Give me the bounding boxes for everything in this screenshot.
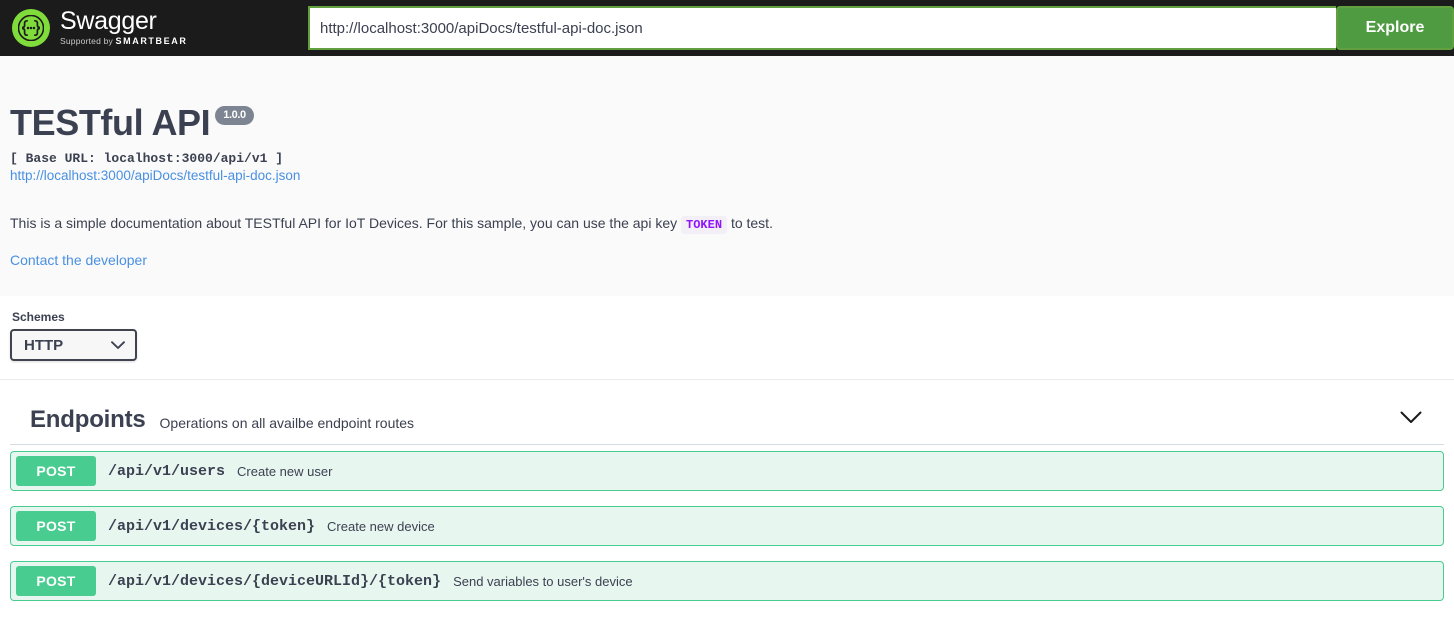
operation-summary: Create new device — [327, 518, 435, 534]
endpoints-section-header[interactable]: Endpoints Operations on all availbe endp… — [10, 392, 1444, 445]
smartbear-brand: SMARTBEAR — [115, 35, 188, 46]
api-description-before: This is a simple documentation about TES… — [10, 215, 678, 231]
spec-url-form: Explore — [308, 6, 1454, 50]
endpoints-block: Endpoints Operations on all availbe endp… — [0, 380, 1454, 601]
api-title-text: TESTful API — [10, 102, 211, 143]
contact-developer-link[interactable]: Contact the developer — [10, 252, 147, 268]
operation-path: /api/v1/devices/{token} — [108, 517, 316, 535]
schemes-label: Schemes — [12, 310, 65, 324]
swagger-logo-subtitle: Supported by SMARTBEAR — [60, 35, 188, 46]
page-title: TESTful API 1.0.0 — [10, 56, 1444, 144]
swagger-braces-icon — [12, 9, 50, 47]
api-info-section: TESTful API 1.0.0 [ Base URL: localhost:… — [0, 56, 1454, 296]
swagger-wordmark: Swagger Supported by SMARTBEAR — [60, 6, 188, 48]
operation-path: /api/v1/devices/{deviceURLId}/{token} — [108, 572, 442, 590]
operation-row[interactable]: POST /api/v1/users Create new user — [10, 451, 1444, 491]
supported-by-label: Supported by — [60, 35, 113, 46]
chevron-down-icon — [111, 337, 125, 354]
operation-summary: Create new user — [237, 463, 333, 479]
http-method-badge: POST — [16, 566, 96, 596]
spec-url-input[interactable] — [308, 6, 1336, 50]
base-url-label: [ Base URL: localhost:3000/api/v1 ] — [10, 151, 284, 166]
topbar: Swagger Supported by SMARTBEAR Explore — [0, 0, 1454, 56]
endpoints-title: Endpoints — [30, 406, 146, 433]
spec-doc-link[interactable]: http://localhost:3000/apiDocs/testful-ap… — [10, 168, 300, 183]
schemes-selected-value: HTTP — [24, 336, 64, 354]
endpoints-collapse-toggle[interactable] — [1400, 411, 1434, 429]
schemes-section: Schemes HTTP — [0, 296, 1454, 380]
explore-button[interactable]: Explore — [1336, 6, 1454, 50]
api-description-after: to test. — [730, 215, 773, 231]
swagger-logo[interactable]: Swagger Supported by SMARTBEAR — [12, 6, 188, 48]
api-version-badge: 1.0.0 — [215, 106, 254, 126]
operation-row[interactable]: POST /api/v1/devices/{deviceURLId}/{toke… — [10, 561, 1444, 601]
schemes-select[interactable]: HTTP — [10, 329, 137, 361]
operations-list: POST /api/v1/users Create new user POST … — [0, 445, 1454, 601]
api-description: This is a simple documentation about TES… — [10, 213, 1444, 234]
operation-path: /api/v1/users — [108, 462, 226, 480]
http-method-badge: POST — [16, 511, 96, 541]
operation-row[interactable]: POST /api/v1/devices/{token} Create new … — [10, 506, 1444, 546]
chevron-down-icon — [1400, 411, 1422, 429]
http-method-badge: POST — [16, 456, 96, 486]
endpoints-description: Operations on all availbe endpoint route… — [159, 415, 415, 431]
operation-summary: Send variables to user's device — [453, 573, 633, 589]
api-key-code: TOKEN — [681, 216, 728, 234]
swagger-logo-title: Swagger — [60, 6, 157, 35]
